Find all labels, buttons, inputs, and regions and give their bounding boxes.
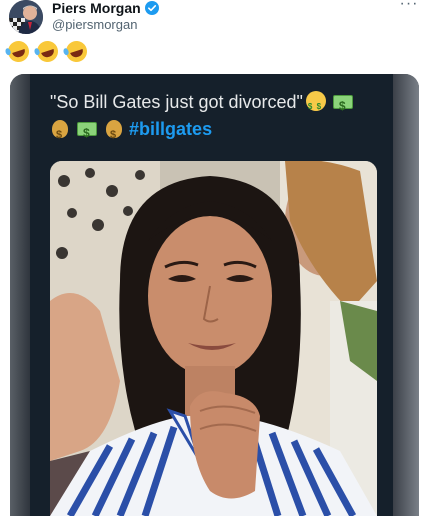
author-block: Piers Morgan @piersmorgan — [52, 0, 159, 32]
money-mouth-face-icon — [305, 91, 326, 120]
display-name-row: Piers Morgan — [52, 0, 159, 16]
embedded-media[interactable]: "So Bill Gates just got divorced" #billg… — [10, 74, 419, 516]
dollar-banknote-icon — [77, 120, 98, 147]
verified-badge-icon — [144, 1, 159, 15]
embedded-post-text: "So Bill Gates just got divorced" #billg… — [50, 89, 380, 149]
embedded-quote: "So Bill Gates just got divorced" — [50, 92, 303, 112]
hashtag-link[interactable]: #billgates — [129, 119, 212, 139]
handle[interactable]: @piersmorgan — [52, 17, 159, 32]
avatar[interactable] — [9, 0, 43, 34]
money-bag-icon — [106, 120, 123, 149]
display-name[interactable]: Piers Morgan — [52, 0, 141, 16]
rolling-on-floor-laughing-icon — [5, 38, 32, 65]
dollar-banknote-icon — [332, 93, 353, 120]
more-options-icon[interactable]: ··· — [399, 0, 419, 16]
embedded-post: "So Bill Gates just got divorced" #billg… — [30, 74, 393, 516]
tweet-text — [5, 38, 90, 65]
embedded-photo[interactable] — [50, 161, 377, 516]
tweet-header: Piers Morgan @piersmorgan ··· — [8, 0, 419, 36]
rolling-on-floor-laughing-icon — [34, 38, 61, 65]
money-bag-icon — [52, 120, 68, 149]
rolling-on-floor-laughing-icon — [63, 38, 90, 65]
